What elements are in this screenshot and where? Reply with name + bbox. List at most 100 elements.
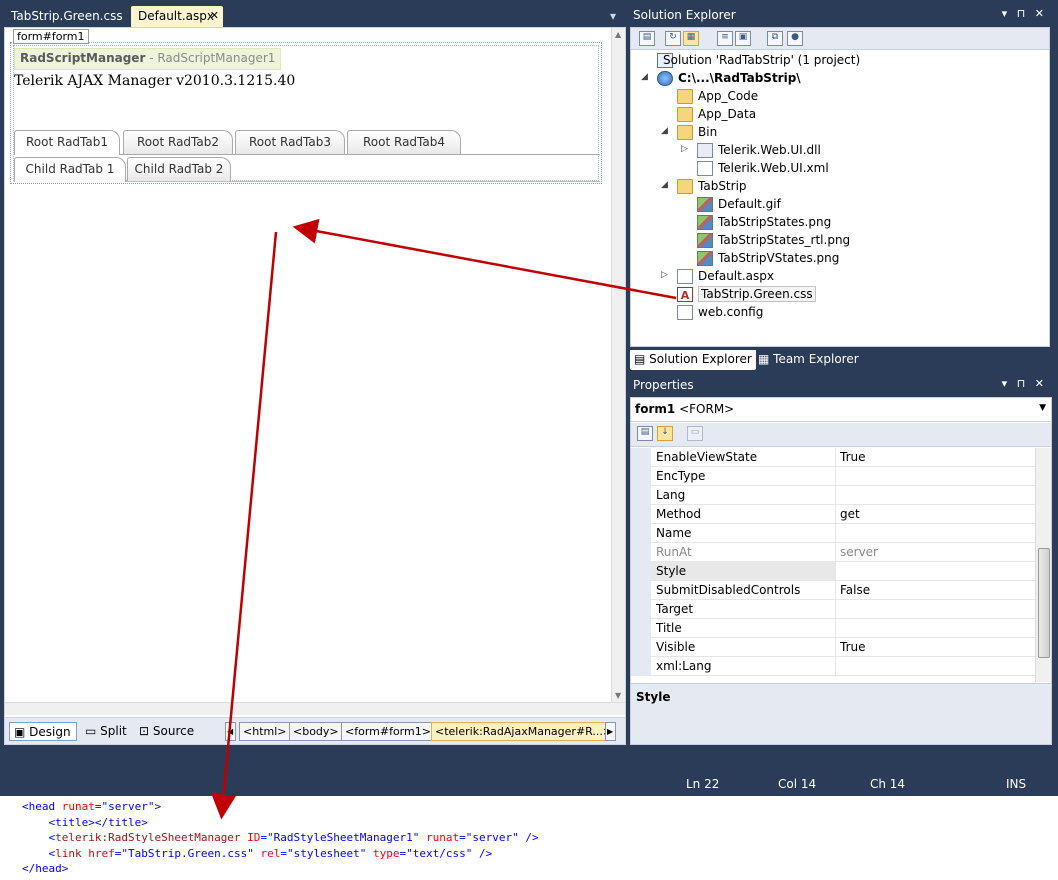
property-value[interactable] <box>835 524 1035 543</box>
image-file-icon <box>697 251 713 266</box>
property-name: Visible <box>656 640 696 654</box>
alphabetical-icon[interactable]: ↓ <box>657 426 673 441</box>
property-value[interactable]: True <box>835 638 1035 657</box>
split-view-button[interactable]: ▭ Split <box>81 722 131 741</box>
node-label: Telerik.Web.UI.dll <box>718 143 821 157</box>
collapsed-icon[interactable]: ▷ <box>681 144 688 154</box>
crumb-html[interactable]: <html> <box>239 722 291 741</box>
property-row[interactable]: Target <box>631 600 1035 619</box>
code-line-4: <link href="TabStrip.Green.css" rel="sty… <box>48 846 493 860</box>
view-code-icon[interactable]: ≡ <box>717 31 733 46</box>
pane-controls[interactable]: ▾ ⊓ ✕ <box>1002 7 1047 20</box>
pane-controls[interactable]: ▾ ⊓ ✕ <box>1002 377 1047 390</box>
crumb-form[interactable]: <form#form1> <box>341 722 435 741</box>
node-label: Bin <box>698 125 718 139</box>
crumb-right-arrow-icon[interactable]: ▶ <box>605 722 616 741</box>
property-row[interactable]: RunAt server <box>631 543 1035 562</box>
object-selector[interactable]: form1 <FORM> ▼ <box>631 398 1051 422</box>
crumb-ajax-manager[interactable]: <telerik:RadAjaxManager#R...> <box>431 722 617 741</box>
scroll-down-icon[interactable]: ▼ <box>615 691 621 700</box>
tab-label: Root RadTab4 <box>363 135 445 149</box>
root-tab-4[interactable]: Root RadTab4 <box>347 130 461 154</box>
node-label: TabStripStates.png <box>718 215 832 229</box>
tab-default-aspx[interactable]: Default.aspx ✕ <box>131 6 223 27</box>
xml-file-icon <box>697 161 713 176</box>
status-char: Ch 14 <box>870 777 906 791</box>
property-row[interactable]: EnableViewState True <box>631 448 1035 467</box>
property-row[interactable]: Name <box>631 524 1035 543</box>
collapsed-icon[interactable]: ▷ <box>661 270 668 280</box>
pane-title: Properties <box>633 378 694 392</box>
vertical-scrollbar[interactable]: ▲ ▼ <box>611 28 625 702</box>
tab-label: Root RadTab2 <box>137 135 219 149</box>
property-row[interactable]: EncType <box>631 467 1035 486</box>
solution-explorer-pane: ▤ ↻ ▦ ≡ ▣ ⧉ ● Solution 'RadTabStrip' (1 … <box>630 27 1050 347</box>
property-value[interactable] <box>835 562 1035 581</box>
design-surface[interactable]: form#form1 RadScriptManager - RadScriptM… <box>5 28 611 702</box>
property-value[interactable] <box>835 467 1035 486</box>
node-label: TabStripVStates.png <box>718 251 840 265</box>
child-tab-2[interactable]: Child RadTab 2 <box>127 157 231 181</box>
expanded-icon[interactable]: ◢ <box>641 72 648 82</box>
tab-solution-explorer[interactable]: ▤ Solution Explorer <box>630 350 756 370</box>
tab-label: Root RadTab3 <box>249 135 331 149</box>
css-file-icon: A <box>677 287 693 302</box>
copy-website-icon[interactable]: ⧉ <box>767 31 783 46</box>
property-name: Title <box>656 621 682 635</box>
root-tab-3[interactable]: Root RadTab3 <box>235 130 345 154</box>
properties-icon[interactable]: ▤ <box>639 31 655 46</box>
web-project-icon <box>657 71 673 86</box>
show-all-files-icon[interactable]: ▦ <box>683 31 699 46</box>
asp-config-icon[interactable]: ● <box>787 31 803 46</box>
tab-tabstrip-green-css[interactable]: TabStrip.Green.css <box>4 6 130 27</box>
root-tab-2[interactable]: Root RadTab2 <box>123 130 233 154</box>
assembly-icon <box>697 143 713 158</box>
visual-studio-window: TabStrip.Green.css Default.aspx ✕ ▾ form#… <box>0 0 1058 796</box>
property-value[interactable] <box>835 619 1035 638</box>
child-tab-1[interactable]: Child RadTab 1 <box>14 157 126 182</box>
property-name: RunAt <box>656 545 692 559</box>
property-name: Target <box>656 602 694 616</box>
property-row-selected[interactable]: Style <box>631 562 1035 581</box>
property-row[interactable]: Title <box>631 619 1035 638</box>
property-scrollbar[interactable] <box>1035 448 1051 682</box>
ajax-manager-label[interactable]: Telerik AJAX Manager v2010.3.1215.40 <box>14 73 295 89</box>
scroll-up-icon[interactable]: ▲ <box>615 30 621 39</box>
root-tab-1[interactable]: Root RadTab1 <box>14 130 120 155</box>
horizontal-scrollbar[interactable] <box>5 702 625 715</box>
property-name: SubmitDisabledControls <box>656 583 801 597</box>
expanded-icon[interactable]: ◢ <box>661 126 668 136</box>
tab-label: Child RadTab 2 <box>134 162 224 176</box>
document-menu-icon[interactable]: ▾ <box>610 9 616 23</box>
radscriptmanager-control[interactable]: RadScriptManager - RadScriptManager1 <box>14 48 282 70</box>
property-value[interactable] <box>835 600 1035 619</box>
expanded-icon[interactable]: ◢ <box>661 180 668 190</box>
property-value[interactable]: True <box>835 448 1035 467</box>
categorized-icon[interactable]: ▤ <box>637 426 653 441</box>
node-label: TabStrip <box>698 179 747 193</box>
refresh-icon[interactable]: ↻ <box>665 31 681 46</box>
form-tag-label[interactable]: form#form1 <box>13 29 89 44</box>
property-row[interactable]: SubmitDisabledControls False <box>631 581 1035 600</box>
tab-team-explorer[interactable]: ▦ Team Explorer <box>754 350 863 370</box>
property-value[interactable] <box>835 486 1035 505</box>
property-row[interactable]: Visible True <box>631 638 1035 657</box>
chevron-down-icon[interactable]: ▼ <box>1039 403 1046 413</box>
source-view-button[interactable]: ⊡ Source <box>135 722 198 741</box>
property-pages-icon[interactable]: ▭ <box>687 426 703 441</box>
crumb-left-arrow-icon[interactable]: ◀ <box>225 722 236 741</box>
property-row[interactable]: xml:Lang <box>631 657 1035 676</box>
property-row[interactable]: Lang <box>631 486 1035 505</box>
property-row[interactable]: Method get <box>631 505 1035 524</box>
design-view-button[interactable]: ▣ Design <box>9 722 77 741</box>
scroll-thumb[interactable] <box>1038 548 1050 658</box>
property-value[interactable]: False <box>835 581 1035 600</box>
property-value[interactable] <box>835 657 1035 676</box>
close-icon[interactable]: ✕ <box>210 9 219 22</box>
property-name: Method <box>656 507 702 521</box>
property-value[interactable]: get <box>835 505 1035 524</box>
split-icon: ▭ <box>85 724 101 738</box>
view-designer-icon[interactable]: ▣ <box>735 31 751 46</box>
crumb-body[interactable]: <body> <box>289 722 343 741</box>
node-label: web.config <box>698 305 764 319</box>
